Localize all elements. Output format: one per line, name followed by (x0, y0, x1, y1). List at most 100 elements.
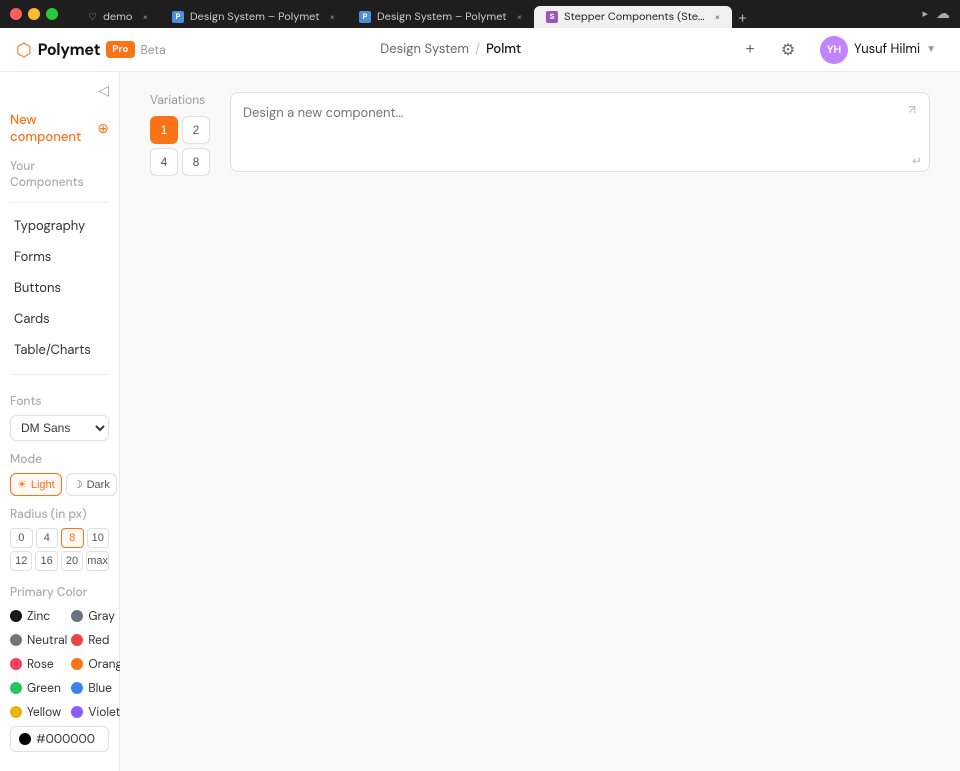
rose-label: Rose (27, 656, 54, 672)
color-zinc[interactable]: Zinc (10, 606, 67, 626)
variations-grid: 1 2 4 8 (150, 116, 210, 176)
breadcrumb: Design System / Polmt (380, 41, 521, 58)
browser-tab-stepper[interactable]: S Stepper Components (Ste... × (534, 6, 732, 28)
tab-close-icon[interactable]: × (142, 11, 148, 24)
collapse-sidebar-button[interactable]: ◁ (98, 82, 109, 100)
tab-close-icon[interactable]: × (330, 11, 336, 24)
radius-section: Radius (in px) 0 4 8 10 12 16 20 max (0, 496, 119, 574)
primary-color-label: Primary Color (10, 584, 109, 600)
custom-color-button[interactable]: #000000 (10, 726, 109, 752)
color-neutral[interactable]: Neutral (10, 630, 67, 650)
new-component-label: New component (10, 112, 97, 146)
pro-badge: Pro (106, 41, 134, 58)
minimize-button[interactable] (28, 8, 40, 20)
radius-0-button[interactable]: 0 (10, 528, 33, 548)
beta-label: Beta (141, 42, 166, 58)
sidebar-item-typography[interactable]: Typography (4, 212, 115, 241)
radius-20-button[interactable]: 20 (61, 551, 83, 571)
breadcrumb-separator: / (475, 41, 480, 58)
sidebar-item-table-charts[interactable]: Table/Charts (4, 336, 115, 365)
radius-16-button[interactable]: 16 (35, 551, 57, 571)
radius-12-button[interactable]: 12 (10, 551, 32, 571)
breadcrumb-section: Design System (380, 41, 469, 58)
color-grid: Zinc Gray Neutral Red (10, 606, 109, 722)
radius-10-button[interactable]: 10 (87, 528, 110, 548)
green-dot (10, 682, 22, 694)
cursor-position: ▸ (922, 7, 928, 21)
variation-4-button[interactable]: 4 (150, 148, 178, 176)
browser-tab-design2[interactable]: P Design System – Polymet × (347, 6, 534, 28)
variations-area: Variations 1 2 4 8 ↗ ↵ (120, 72, 960, 197)
mode-light-label: Light (31, 479, 55, 491)
logo-area: ⬡ Polymet Pro Beta (16, 38, 166, 62)
yellow-dot (10, 706, 22, 718)
expand-icon[interactable]: ↗ (902, 100, 922, 120)
new-component-icon: ⊕ (97, 120, 109, 138)
mode-label: Mode (10, 451, 109, 467)
violet-label: Violet (88, 704, 120, 720)
textarea-top-icons: ↗ (902, 100, 922, 120)
mode-dark-button[interactable]: ☽ Dark (66, 473, 117, 496)
titlebar: ♡ demo × P Design System – Polymet × P D… (0, 0, 960, 28)
gray-label: Gray (88, 608, 115, 624)
neutral-dot (10, 634, 22, 646)
custom-color-value: #000000 (36, 731, 95, 747)
sidebar-item-cards[interactable]: Cards (4, 305, 115, 334)
radius-4-button[interactable]: 4 (36, 528, 59, 548)
mode-light-button[interactable]: ☀ Light (10, 473, 62, 496)
red-dot (71, 634, 83, 646)
design-textarea-wrapper: ↗ ↵ (230, 92, 930, 177)
new-tab-button[interactable]: + (732, 7, 753, 28)
neutral-label: Neutral (27, 632, 67, 648)
moon-icon: ☽ (73, 478, 83, 491)
color-rose[interactable]: Rose (10, 654, 67, 674)
sidebar: ◁ New component ⊕ Your Components Typogr… (0, 72, 120, 771)
color-green[interactable]: Green (10, 678, 67, 698)
green-label: Green (27, 680, 61, 696)
blue-label: Blue (88, 680, 112, 696)
radius-label: Radius (in px) (10, 506, 109, 522)
variation-8-button[interactable]: 8 (182, 148, 210, 176)
font-select[interactable]: DM Sans Inter Roboto Poppins (10, 415, 109, 441)
tab-close-icon[interactable]: × (715, 11, 721, 24)
sidebar-divider (10, 202, 109, 203)
variation-2-button[interactable]: 2 (182, 116, 210, 144)
custom-color-dot (19, 733, 31, 745)
radius-8-button[interactable]: 8 (61, 528, 84, 548)
variation-1-button[interactable]: 1 (150, 116, 178, 144)
violet-dot (71, 706, 83, 718)
sidebar-item-forms[interactable]: Forms (4, 243, 115, 272)
maximize-button[interactable] (46, 8, 58, 20)
avatar: YH (820, 36, 848, 64)
mode-section: Mode ☀ Light ☽ Dark (0, 441, 119, 496)
mode-buttons: ☀ Light ☽ Dark (10, 473, 109, 496)
tab-label: demo (103, 10, 132, 24)
browser-tab-demo[interactable]: ♡ demo × (76, 6, 160, 28)
tab-close-icon[interactable]: × (517, 11, 523, 24)
add-button[interactable]: + (736, 36, 764, 64)
settings-button[interactable]: ⚙ (774, 36, 802, 64)
close-button[interactable] (10, 8, 22, 20)
browser-tab-design1[interactable]: P Design System – Polymet × (160, 6, 347, 28)
submit-icon[interactable]: ↵ (912, 153, 922, 169)
radius-grid-row1: 0 4 8 10 (10, 528, 109, 548)
nav-actions: + ⚙ YH Yusuf Hilmi ▼ (736, 32, 944, 68)
zinc-dot (10, 610, 22, 622)
new-component-button[interactable]: New component ⊕ (0, 108, 119, 150)
chevron-down-icon: ▼ (926, 43, 936, 56)
radius-max-button[interactable]: max (86, 551, 109, 571)
cloud-icon: ☁ (936, 5, 950, 23)
tab-label: Design System – Polymet (377, 10, 507, 24)
gray-dot (71, 610, 83, 622)
color-yellow[interactable]: Yellow (10, 702, 67, 722)
logo-text: Polymet (38, 39, 101, 60)
tab-label: Design System – Polymet (190, 10, 320, 24)
design-textarea[interactable] (230, 92, 930, 172)
user-name: Yusuf Hilmi (854, 41, 920, 58)
mode-dark-label: Dark (87, 479, 110, 491)
sidebar-item-buttons[interactable]: Buttons (4, 274, 115, 303)
your-components-label: Your Components (0, 150, 119, 194)
user-menu[interactable]: YH Yusuf Hilmi ▼ (812, 32, 944, 68)
radius-grid-row2: 12 16 20 max (10, 551, 109, 571)
sun-icon: ☀ (17, 478, 27, 491)
